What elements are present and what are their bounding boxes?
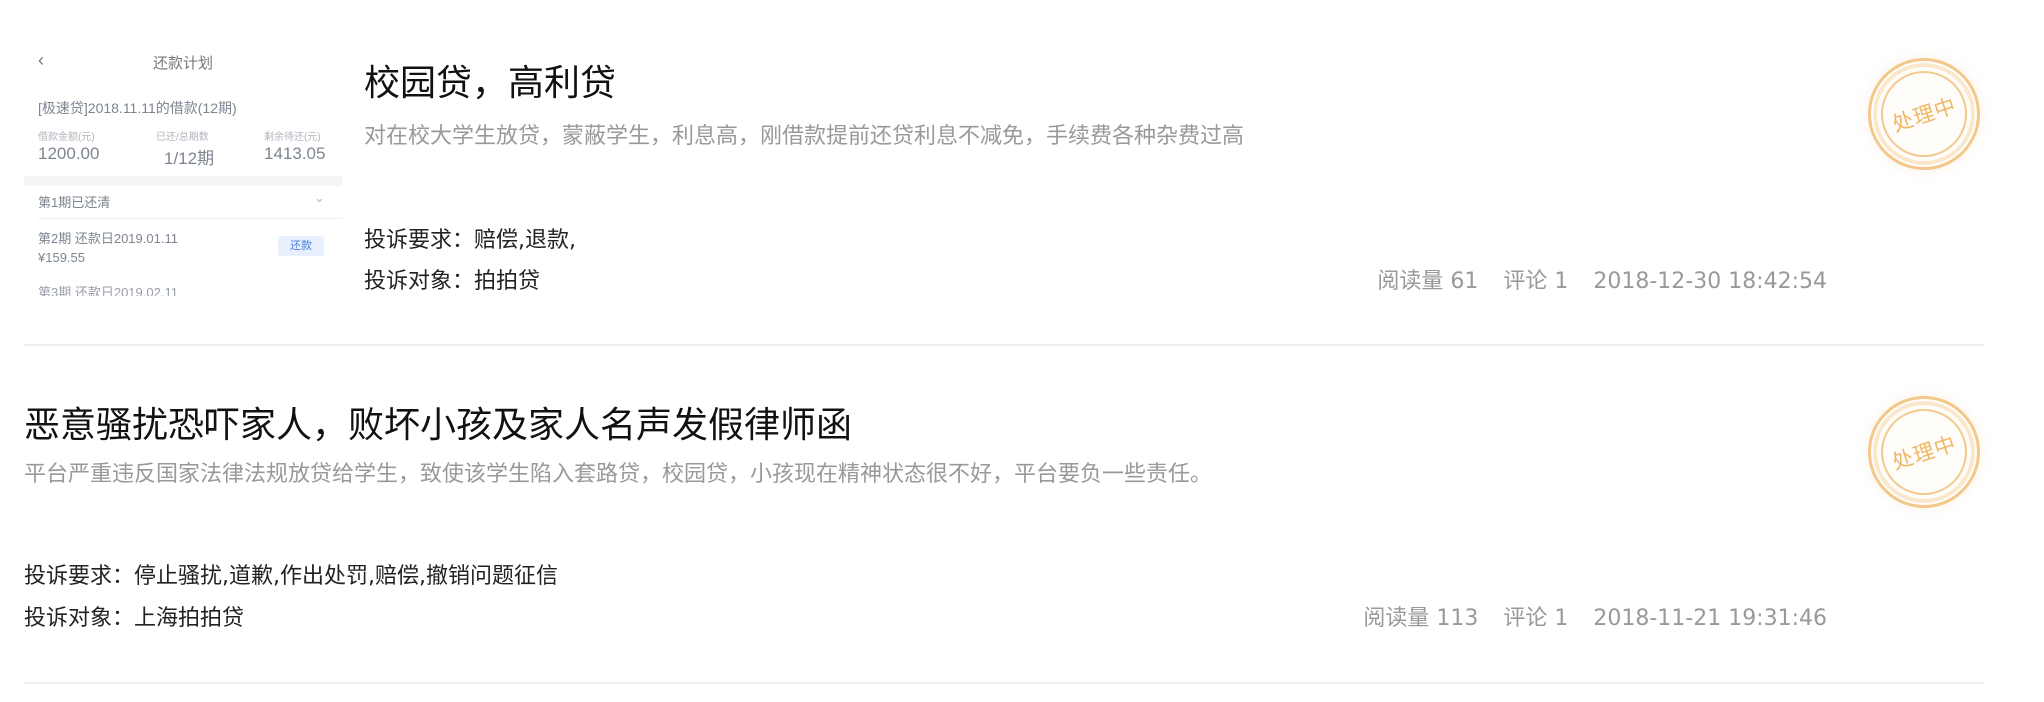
complaint-card[interactable]: 恶意骚扰恐吓家人，败坏小孩及家人名声发假律师函 平台严重违反国家法律法规放贷给学… — [24, 346, 1984, 686]
thumbnail-period: 第3期 还款日2019.02.11 — [38, 285, 178, 296]
thumbnail-value: 1/12期 — [164, 149, 215, 168]
complaint-demand: 投诉要求：赔偿,退款, — [364, 228, 576, 253]
complaint-meta: 阅读量 61 评论 1 2018-12-30 18:42:54 — [1377, 263, 1827, 295]
status-stamp: 处理中 — [1868, 58, 1980, 170]
thumbnail-value: 1413.05 — [264, 144, 326, 163]
view-count: 阅读量 61 — [1377, 269, 1479, 294]
complaint-feed: ‹ 还款计划 [极速贷]2018.11.11的借款(12期) 借款金额(元) 已… — [0, 0, 2044, 702]
view-count: 阅读量 113 — [1363, 606, 1479, 631]
chevron-down-icon: ⌄ — [314, 190, 325, 205]
thumbnail-image[interactable]: ‹ 还款计划 [极速贷]2018.11.11的借款(12期) 借款金额(元) 已… — [24, 40, 342, 296]
timestamp: 2018-12-30 18:42:54 — [1593, 269, 1827, 294]
thumbnail-label: 已还/总期数 — [156, 132, 209, 143]
status-stamp: 处理中 — [1868, 396, 1980, 508]
thumbnail-value: 1200.00 — [38, 144, 100, 163]
thumbnail-loan: [极速贷]2018.11.11的借款(12期) — [38, 100, 237, 116]
complaint-title[interactable]: 恶意骚扰恐吓家人，败坏小孩及家人名声发假律师函 — [24, 396, 852, 448]
thumbnail-paid: 第1期已还清 — [38, 195, 111, 210]
thumbnail-header: ‹ 还款计划 [极速贷]2018.11.11的借款(12期) 借款金额(元) 已… — [24, 40, 342, 176]
complaint-meta: 阅读量 113 评论 1 2018-11-21 19:31:46 — [1363, 600, 1827, 632]
timestamp: 2018-11-21 19:31:46 — [1593, 606, 1827, 631]
divider — [24, 682, 1984, 684]
comment-count: 评论 1 — [1503, 606, 1569, 631]
thumbnail-separator — [38, 218, 342, 219]
repay-button: 还款 — [278, 236, 324, 256]
thumbnail-title: 还款计划 — [152, 55, 213, 72]
complaint-demand: 投诉要求：停止骚扰,道歉,作出处罚,赔偿,撤销问题征信 — [24, 564, 558, 589]
thumbnail-amount: ¥159.55 — [38, 250, 85, 265]
complaint-target: 投诉对象：上海拍拍贷 — [24, 606, 245, 631]
complaint-card[interactable]: ‹ 还款计划 [极速贷]2018.11.11的借款(12期) 借款金额(元) 已… — [24, 0, 1984, 345]
thumbnail-label: 借款金额(元) — [38, 132, 95, 143]
thumbnail-divider — [24, 176, 342, 186]
complaint-description: 平台严重违反国家法律法规放贷给学生，致使该学生陷入套路贷，校园贷，小孩现在精神状… — [24, 462, 1213, 487]
complaint-target: 投诉对象：拍拍贷 — [364, 269, 541, 294]
thumbnail-label: 剩余待还(元) — [264, 132, 321, 143]
comment-count: 评论 1 — [1503, 269, 1569, 294]
thumbnail-period: 第2期 还款日2019.01.11 — [38, 231, 178, 246]
complaint-description: 对在校大学生放贷，蒙蔽学生，利息高，刚借款提前还贷利息不减免，手续费各种杂费过高 — [364, 124, 1245, 149]
complaint-title[interactable]: 校园贷，高利贷 — [364, 54, 616, 106]
